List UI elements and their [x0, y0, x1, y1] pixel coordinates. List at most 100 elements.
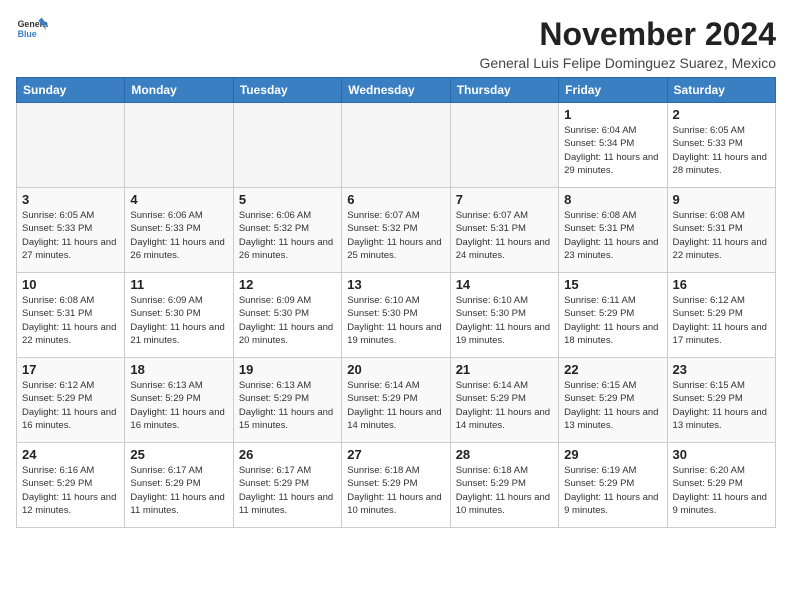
day-info-line: Daylight: 11 hours and 9 minutes.: [673, 491, 770, 518]
day-info-line: Sunrise: 6:05 AM: [22, 209, 119, 222]
day-info-line: Sunrise: 6:10 AM: [347, 294, 444, 307]
day-info: Sunrise: 6:18 AMSunset: 5:29 PMDaylight:…: [347, 464, 444, 517]
calendar-cell: 19Sunrise: 6:13 AMSunset: 5:29 PMDayligh…: [233, 358, 341, 443]
day-number: 25: [130, 447, 227, 462]
calendar-week-row: 10Sunrise: 6:08 AMSunset: 5:31 PMDayligh…: [17, 273, 776, 358]
calendar-week-row: 3Sunrise: 6:05 AMSunset: 5:33 PMDaylight…: [17, 188, 776, 273]
day-info: Sunrise: 6:06 AMSunset: 5:32 PMDaylight:…: [239, 209, 336, 262]
calendar-cell: 9Sunrise: 6:08 AMSunset: 5:31 PMDaylight…: [667, 188, 775, 273]
day-info-line: Sunset: 5:33 PM: [130, 222, 227, 235]
day-info-line: Daylight: 11 hours and 10 minutes.: [347, 491, 444, 518]
day-info-line: Sunset: 5:29 PM: [564, 392, 661, 405]
day-info: Sunrise: 6:14 AMSunset: 5:29 PMDaylight:…: [456, 379, 553, 432]
day-info: Sunrise: 6:07 AMSunset: 5:31 PMDaylight:…: [456, 209, 553, 262]
weekday-header-monday: Monday: [125, 78, 233, 103]
day-number: 15: [564, 277, 661, 292]
day-info-line: Sunset: 5:29 PM: [456, 477, 553, 490]
calendar-cell: 16Sunrise: 6:12 AMSunset: 5:29 PMDayligh…: [667, 273, 775, 358]
calendar-cell: 7 Sunrise: 6:07 AMSunset: 5:31 PMDaylight…: [450, 188, 558, 273]
day-info-line: Daylight: 11 hours and 25 minutes.: [347, 236, 444, 263]
calendar-cell: 2 Sunrise: 6:05 AMSunset: 5:33 PMDaylight…: [667, 103, 775, 188]
day-info-line: Sunset: 5:29 PM: [239, 392, 336, 405]
day-number: 9: [673, 192, 770, 207]
day-info: Sunrise: 6:08 AMSunset: 5:31 PMDaylight:…: [564, 209, 661, 262]
day-number: 3: [22, 192, 119, 207]
calendar-cell: 17Sunrise: 6:12 AMSunset: 5:29 PMDayligh…: [17, 358, 125, 443]
day-info-line: Sunrise: 6:09 AM: [239, 294, 336, 307]
day-info-line: Sunset: 5:29 PM: [673, 477, 770, 490]
day-info-line: Sunrise: 6:14 AM: [347, 379, 444, 392]
day-info-line: Daylight: 11 hours and 29 minutes.: [564, 151, 661, 178]
weekday-header-sunday: Sunday: [17, 78, 125, 103]
calendar-cell: 5Sunrise: 6:06 AMSunset: 5:32 PMDaylight…: [233, 188, 341, 273]
day-info-line: Sunrise: 6:15 AM: [564, 379, 661, 392]
calendar-cell: [450, 103, 558, 188]
day-number: 21: [456, 362, 553, 377]
day-info-line: Daylight: 11 hours and 21 minutes.: [130, 321, 227, 348]
calendar-cell: 20Sunrise: 6:14 AMSunset: 5:29 PMDayligh…: [342, 358, 450, 443]
day-number: 24: [22, 447, 119, 462]
day-number: 12: [239, 277, 336, 292]
day-info-line: Daylight: 11 hours and 15 minutes.: [239, 406, 336, 433]
day-number: 19: [239, 362, 336, 377]
calendar-cell: 29Sunrise: 6:19 AMSunset: 5:29 PMDayligh…: [559, 443, 667, 528]
calendar-cell: 18Sunrise: 6:13 AMSunset: 5:29 PMDayligh…: [125, 358, 233, 443]
day-info-line: Sunrise: 6:16 AM: [22, 464, 119, 477]
calendar-cell: 28 Sunrise: 6:18 AMSunset: 5:29 PMDayligh…: [450, 443, 558, 528]
day-info-line: Sunrise: 6:17 AM: [130, 464, 227, 477]
day-info-line: Daylight: 11 hours and 12 minutes.: [22, 491, 119, 518]
day-info: Sunrise: 6:05 AMSunset: 5:33 PMDaylight:…: [673, 124, 770, 177]
weekday-header-row: SundayMondayTuesdayWednesdayThursdayFrid…: [17, 78, 776, 103]
day-info-line: Daylight: 11 hours and 17 minutes.: [673, 321, 770, 348]
day-info: Sunrise: 6:18 AMSunset: 5:29 PMDaylight:…: [456, 464, 553, 517]
day-info: Sunrise: 6:11 AMSunset: 5:29 PMDaylight:…: [564, 294, 661, 347]
day-info-line: Sunset: 5:34 PM: [564, 137, 661, 150]
day-info-line: Sunrise: 6:06 AM: [130, 209, 227, 222]
day-info: Sunrise: 6:19 AMSunset: 5:29 PMDaylight:…: [564, 464, 661, 517]
day-number: 2: [673, 107, 770, 122]
calendar-cell: 1Sunrise: 6:04 AMSunset: 5:34 PMDaylight…: [559, 103, 667, 188]
day-number: 23: [673, 362, 770, 377]
calendar-cell: 30Sunrise: 6:20 AMSunset: 5:29 PMDayligh…: [667, 443, 775, 528]
calendar-week-row: 17Sunrise: 6:12 AMSunset: 5:29 PMDayligh…: [17, 358, 776, 443]
logo: General Blue: [16, 16, 48, 44]
day-info-line: Daylight: 11 hours and 24 minutes.: [456, 236, 553, 263]
day-info-line: Sunset: 5:29 PM: [564, 477, 661, 490]
weekday-header-thursday: Thursday: [450, 78, 558, 103]
calendar-cell: 27 Sunrise: 6:18 AMSunset: 5:29 PMDayligh…: [342, 443, 450, 528]
day-info-line: Sunrise: 6:18 AM: [347, 464, 444, 477]
day-info-line: Sunrise: 6:10 AM: [456, 294, 553, 307]
day-info-line: Daylight: 11 hours and 13 minutes.: [564, 406, 661, 433]
day-info-line: Daylight: 11 hours and 26 minutes.: [239, 236, 336, 263]
calendar-cell: 4Sunrise: 6:06 AMSunset: 5:33 PMDaylight…: [125, 188, 233, 273]
weekday-header-tuesday: Tuesday: [233, 78, 341, 103]
calendar-week-row: 24Sunrise: 6:16 AMSunset: 5:29 PMDayligh…: [17, 443, 776, 528]
day-info: Sunrise: 6:15 AMSunset: 5:29 PMDaylight:…: [564, 379, 661, 432]
day-info: Sunrise: 6:09 AMSunset: 5:30 PMDaylight:…: [130, 294, 227, 347]
day-number: 28: [456, 447, 553, 462]
day-info-line: Daylight: 11 hours and 22 minutes.: [673, 236, 770, 263]
day-info-line: Sunset: 5:33 PM: [22, 222, 119, 235]
day-info: Sunrise: 6:08 AMSunset: 5:31 PMDaylight:…: [22, 294, 119, 347]
day-info: Sunrise: 6:13 AMSunset: 5:29 PMDaylight:…: [130, 379, 227, 432]
day-number: 14: [456, 277, 553, 292]
title-section: November 2024 General Luis Felipe Doming…: [480, 16, 776, 71]
calendar-cell: 8Sunrise: 6:08 AMSunset: 5:31 PMDaylight…: [559, 188, 667, 273]
calendar-cell: 12Sunrise: 6:09 AMSunset: 5:30 PMDayligh…: [233, 273, 341, 358]
day-info-line: Sunset: 5:32 PM: [239, 222, 336, 235]
day-info-line: Sunset: 5:29 PM: [564, 307, 661, 320]
weekday-header-saturday: Saturday: [667, 78, 775, 103]
day-number: 17: [22, 362, 119, 377]
day-info-line: Sunset: 5:29 PM: [673, 392, 770, 405]
day-info-line: Sunset: 5:29 PM: [130, 477, 227, 490]
calendar-body: 1Sunrise: 6:04 AMSunset: 5:34 PMDaylight…: [17, 103, 776, 528]
svg-text:Blue: Blue: [18, 29, 37, 39]
day-info: Sunrise: 6:10 AMSunset: 5:30 PMDaylight:…: [456, 294, 553, 347]
day-info: Sunrise: 6:12 AMSunset: 5:29 PMDaylight:…: [673, 294, 770, 347]
day-info-line: Daylight: 11 hours and 22 minutes.: [22, 321, 119, 348]
day-info: Sunrise: 6:10 AMSunset: 5:30 PMDaylight:…: [347, 294, 444, 347]
day-info-line: Sunrise: 6:05 AM: [673, 124, 770, 137]
day-number: 7: [456, 192, 553, 207]
day-number: 13: [347, 277, 444, 292]
day-number: 27: [347, 447, 444, 462]
